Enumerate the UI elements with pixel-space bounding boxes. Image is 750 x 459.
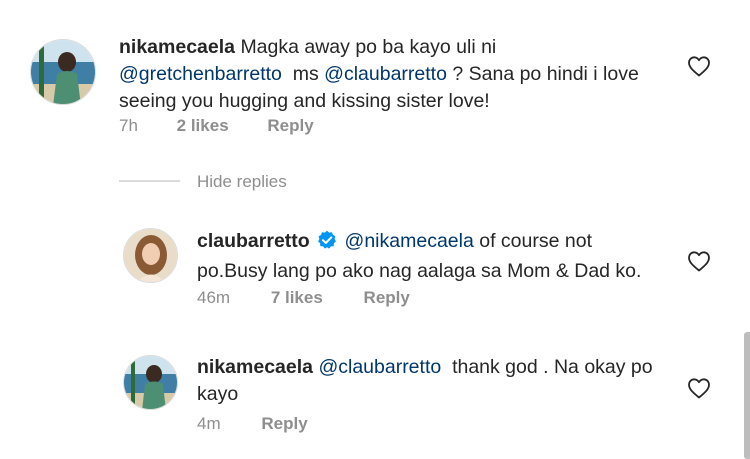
avatar-photo (124, 356, 177, 409)
hide-replies-label: Hide replies (197, 172, 287, 191)
reply-button[interactable]: Reply (261, 414, 307, 433)
verified-badge-icon (317, 230, 337, 258)
reply-username[interactable]: claubarretto (197, 230, 310, 252)
reply-text: claubarretto @nikamecaela of course not … (197, 228, 667, 285)
mention-link[interactable]: @nikamecaela (345, 230, 474, 252)
heart-icon[interactable] (687, 250, 711, 272)
reply-body-text: po.Busy lang po ako nag aalaga sa Mom & … (197, 260, 642, 282)
comment-likes[interactable]: 2 likes (177, 116, 229, 135)
reply-likes[interactable]: 7 likes (271, 288, 323, 307)
comment-body-text: Magka away po ba kayo uli ni (240, 36, 497, 58)
scrollbar[interactable] (744, 332, 750, 459)
reply-body-text: kayo (197, 383, 239, 405)
comment-body-text: ? Sana po hindi i love (452, 63, 639, 85)
hide-replies-divider (119, 180, 180, 182)
avatar[interactable] (123, 228, 178, 283)
reply-time: 4m (197, 414, 221, 433)
comment-username[interactable]: nikamecaela (119, 36, 235, 58)
avatar-photo (31, 40, 95, 104)
comment-time: 7h (119, 116, 138, 135)
comment-text: nikamecaela Magka away po ba kayo uli ni… (119, 34, 679, 115)
reply-body-text: of course not (479, 230, 592, 252)
reply-body-text: thank god . Na okay po (452, 356, 653, 378)
hide-replies-button[interactable]: Hide replies (197, 172, 287, 192)
mention-link[interactable]: @gretchenbarretto (119, 63, 282, 85)
reply-time: 46m (197, 288, 231, 307)
comment-body-text: ms (292, 63, 319, 85)
avatar[interactable] (30, 39, 96, 105)
reply-meta: 4m Reply (197, 414, 308, 434)
reply-username[interactable]: nikamecaela (197, 356, 313, 378)
reply-button[interactable]: Reply (267, 116, 313, 135)
heart-icon[interactable] (687, 55, 711, 77)
mention-link[interactable]: @claubarretto (318, 356, 441, 378)
comment-body-text: seeing you hugging and kissing sister lo… (119, 90, 490, 112)
reply-button[interactable]: Reply (364, 288, 410, 307)
mention-link[interactable]: @claubarretto (324, 63, 447, 85)
avatar[interactable] (123, 355, 178, 410)
comment-meta: 7h 2 likes Reply (119, 116, 314, 136)
avatar-photo (124, 229, 177, 282)
reply-meta: 46m 7 likes Reply (197, 288, 410, 308)
reply-text: nikamecaela @claubarretto thank god . Na… (197, 354, 667, 408)
heart-icon[interactable] (687, 377, 711, 399)
